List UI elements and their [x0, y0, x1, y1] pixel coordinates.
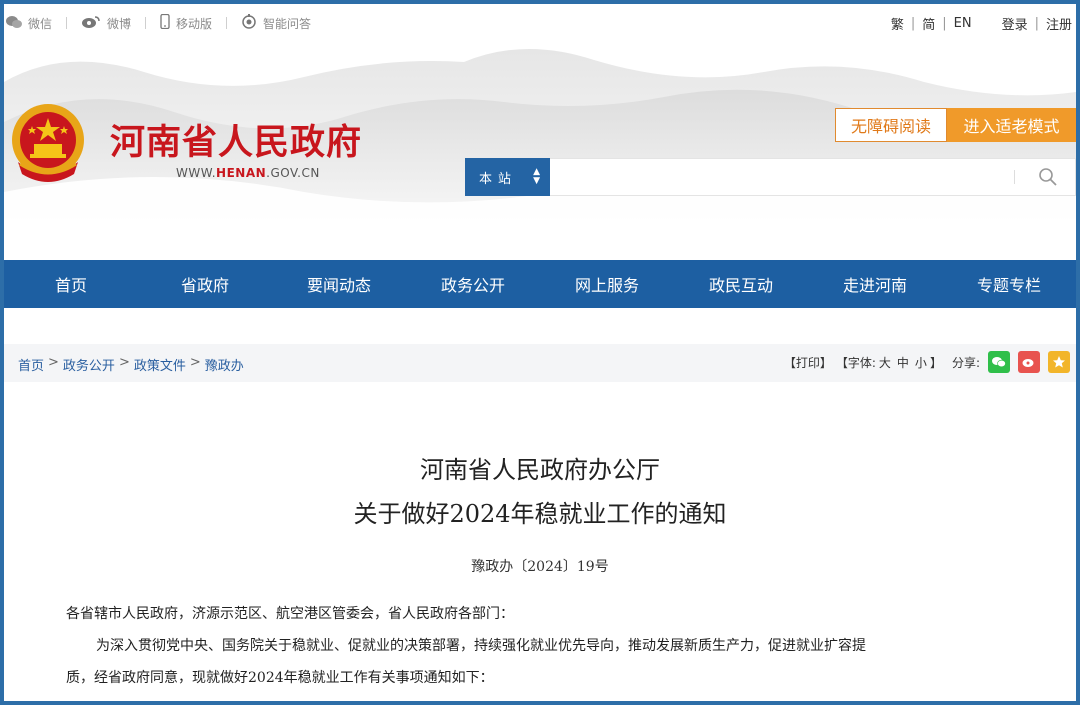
nav-item-about-henan[interactable]: 走进河南 [808, 260, 942, 308]
mobile-label: 移动版 [176, 16, 213, 31]
breadcrumb-policy-docs[interactable]: 政策文件 [134, 355, 186, 374]
breadcrumb-separator: > [118, 355, 130, 370]
url-suffix: .GOV.CN [266, 166, 320, 180]
breadcrumb-separator: > [48, 355, 59, 370]
breadcrumb: 首页 > 政务公开 > 政策文件 > 豫政办 [18, 355, 244, 374]
print-button[interactable]: 【打印】 [784, 354, 832, 371]
document-number: 豫政办〔2024〕19号 [471, 559, 609, 575]
breadcrumb-separator: > [189, 355, 201, 370]
search-input[interactable] [550, 158, 1076, 196]
divider [1014, 170, 1015, 184]
accessible-reading-button[interactable]: 无障碍阅读 [835, 108, 947, 142]
wechat-share-icon[interactable] [988, 351, 1010, 373]
nav-item-news[interactable]: 要闻动态 [272, 260, 406, 308]
nav-item-provincial-government[interactable]: 省政府 [138, 260, 272, 308]
breadcrumb-home[interactable]: 首页 [18, 355, 44, 374]
weibo-icon [81, 15, 101, 32]
lang-simplified[interactable]: 简 [922, 14, 935, 33]
breadcrumb-public-affairs[interactable]: 政务公开 [63, 355, 115, 374]
article-tools: 【打印】 【字体: 大 中 小 】 分享: [784, 351, 1070, 373]
sort-arrows-icon: ▲ ▼ [533, 167, 540, 186]
lang-english[interactable]: EN [954, 16, 972, 31]
article-title-line2: 关于做好2024年稳就业工作的通知 [353, 500, 727, 528]
url-domain: HENAN [216, 166, 267, 180]
font-small-button[interactable]: 小 [915, 354, 927, 371]
weibo-share-icon[interactable] [1018, 351, 1040, 373]
login-link[interactable]: 登录 [1002, 14, 1028, 33]
search-scope-select[interactable]: 本站 ▲ ▼ [465, 158, 550, 196]
main-nav: 首页 省政府 要闻动态 政务公开 网上服务 政民互动 走进河南 专题专栏 [4, 260, 1076, 308]
site-header: 河南省人民政府 WWW.HENAN.GOV.CN 无障碍阅读 进入适老模式 本站… [4, 42, 1076, 260]
search-icon[interactable] [1038, 167, 1058, 187]
qa-link[interactable]: 智能问答 [241, 14, 311, 32]
body-paragraph-line2: 质，经省政府同意，现就做好2024年稳就业工作有关事项通知如下： [66, 670, 494, 686]
nav-item-interaction[interactable]: 政民互动 [674, 260, 808, 308]
mobile-phone-icon [160, 13, 170, 32]
divider [145, 17, 147, 29]
weibo-label: 微博 [107, 16, 132, 31]
mobile-link[interactable]: 移动版 [160, 13, 213, 32]
weibo-link[interactable]: 微博 [81, 15, 131, 32]
register-link[interactable]: 注册 [1046, 14, 1072, 33]
font-large-button[interactable]: 大 [879, 354, 891, 371]
divider: | [942, 16, 947, 31]
top-bar: 微信 微博 移动版 智能问答 繁 | 简 | EN 登录 | 注册 [4, 4, 1076, 42]
divider: | [1034, 16, 1039, 31]
nav-item-online-services[interactable]: 网上服务 [540, 260, 674, 308]
wechat-icon [6, 15, 22, 32]
divider [66, 17, 68, 29]
article-title-line1: 河南省人民政府办公厅 [420, 456, 660, 484]
breadcrumb-bar: 首页 > 政务公开 > 政策文件 > 豫政办 【打印】 【字体: 大 中 小 】… [4, 344, 1076, 382]
search-bar: 本站 ▲ ▼ [465, 158, 1076, 196]
qa-label: 智能问答 [263, 16, 312, 31]
wechat-link[interactable]: 微信 [6, 15, 52, 32]
wechat-label: 微信 [28, 16, 53, 31]
font-medium-button[interactable]: 中 [897, 354, 909, 371]
qzone-share-icon[interactable] [1048, 351, 1070, 373]
font-size-close: 】 [929, 355, 942, 370]
salutation: 各省辖市人民政府，济源示范区、航空港区管委会，省人民政府各部门： [66, 606, 514, 622]
nav-item-home[interactable]: 首页 [4, 260, 138, 308]
site-url: WWW.HENAN.GOV.CN [176, 166, 320, 180]
share-label: 分享: [951, 355, 980, 370]
site-title[interactable]: 河南省人民政府 [110, 114, 362, 165]
divider: | [910, 16, 916, 31]
national-emblem-logo[interactable] [8, 102, 88, 186]
elder-mode-button[interactable]: 进入适老模式 [947, 108, 1076, 142]
divider [226, 17, 228, 29]
nav-item-special-topics[interactable]: 专题专栏 [942, 260, 1076, 308]
lang-login: 繁 | 简 | EN 登录 | 注册 [891, 14, 1072, 33]
social-links: 微信 微博 移动版 智能问答 [6, 13, 311, 32]
lang-traditional[interactable]: 繁 [891, 14, 904, 33]
font-size-label: 【字体: [835, 355, 876, 370]
breadcrumb-office[interactable]: 豫政办 [205, 355, 244, 374]
url-prefix: WWW. [176, 166, 217, 180]
search-scope-label: 本站 [479, 171, 518, 187]
page: 微信 微博 移动版 智能问答 繁 | 简 | EN 登录 | 注册 河南省人民政… [4, 4, 1076, 701]
body-paragraph-line1: 为深入贯彻党中央、国务院关于稳就业、促就业的决策部署，持续强化就业优先导向，推动… [96, 638, 866, 654]
nav-item-public-affairs[interactable]: 政务公开 [406, 260, 540, 308]
robot-icon [241, 14, 257, 32]
